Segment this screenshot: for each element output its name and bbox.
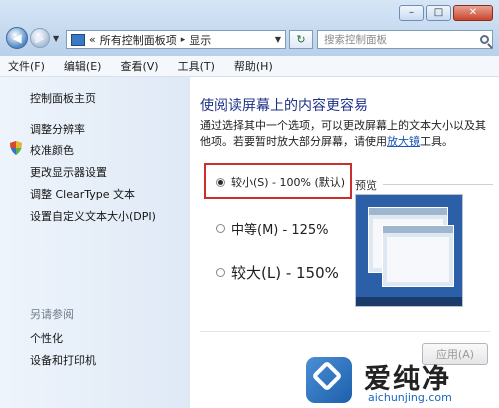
minimize-icon: – — [409, 7, 414, 18]
address-bar[interactable]: « 所有控制面板项 ▸ 显示 ▼ — [66, 30, 286, 49]
link-personalization[interactable]: 个性化 — [30, 330, 63, 346]
forward-button[interactable]: ▶ — [30, 28, 50, 48]
preview-divider — [383, 184, 493, 185]
navigation-buttons: ◀ ▶ ▼ — [6, 27, 59, 49]
address-dropdown-icon[interactable]: ▼ — [275, 35, 281, 44]
radio-larger[interactable] — [216, 268, 225, 277]
menu-file[interactable]: 文件(F) — [8, 58, 45, 74]
link-calibrate-color[interactable]: 校准颜色 — [30, 142, 74, 158]
link-devices-and-printers[interactable]: 设备和打印机 — [30, 352, 96, 368]
link-change-display-settings[interactable]: 更改显示器设置 — [30, 164, 107, 180]
menu-help[interactable]: 帮助(H) — [234, 58, 273, 74]
address-root-chevron[interactable]: « — [89, 33, 96, 46]
page-description: 通过选择其中一个选项，可以更改屏幕上的文本大小以及其他项。若要暂时放大部分屏幕，… — [200, 118, 492, 150]
watermark-url: aichunjing.com — [368, 391, 452, 404]
maximize-icon: □ — [433, 7, 444, 18]
menu-edit[interactable]: 编辑(E) — [64, 58, 102, 74]
breadcrumb-separator-icon[interactable]: ▸ — [181, 35, 186, 45]
preview-taskbar — [356, 297, 462, 306]
title-bar: – □ ✕ ◀ ▶ ▼ « 所有控制面板项 ▸ 显示 ▼ ↻ — [0, 0, 499, 56]
breadcrumb-all-control-panel-items[interactable]: 所有控制面板项 — [100, 32, 177, 48]
refresh-button[interactable]: ↻ — [289, 30, 313, 49]
shield-icon — [10, 141, 22, 155]
menu-tools[interactable]: 工具(T) — [178, 58, 215, 74]
magnifier-link[interactable]: 放大镜 — [387, 135, 420, 148]
radio-medium[interactable] — [216, 224, 225, 233]
menu-view[interactable]: 查看(V) — [120, 58, 158, 74]
breadcrumb-display[interactable]: 显示 — [189, 32, 211, 48]
preview-label: 预览 — [355, 179, 377, 192]
page-heading: 使阅读屏幕上的内容更容易 — [200, 98, 368, 114]
close-icon: ✕ — [468, 7, 478, 18]
description-suffix: 工具。 — [420, 135, 453, 148]
back-button[interactable]: ◀ — [6, 27, 28, 49]
search-icon[interactable] — [480, 35, 489, 44]
option-smaller[interactable]: 较小(S) - 100% (默认) — [216, 174, 345, 190]
close-button[interactable]: ✕ — [453, 5, 493, 21]
menu-bar: 文件(F) 编辑(E) 查看(V) 工具(T) 帮助(H) — [0, 56, 499, 77]
option-medium[interactable]: 中等(M) - 125% — [216, 219, 328, 238]
preview-image — [355, 194, 463, 307]
option-larger-label: 较大(L) - 150% — [231, 264, 339, 282]
minimize-button[interactable]: – — [399, 5, 424, 21]
preview-window-front — [382, 225, 454, 287]
control-panel-icon — [71, 33, 85, 46]
window-controls: – □ ✕ — [397, 5, 493, 21]
link-custom-text-size-dpi[interactable]: 设置自定义文本大小(DPI) — [30, 208, 156, 224]
link-adjust-resolution[interactable]: 调整分辨率 — [30, 121, 85, 137]
option-smaller-label: 较小(S) - 100% (默认) — [231, 176, 346, 189]
refresh-icon: ↻ — [296, 33, 306, 46]
radio-smaller[interactable] — [216, 177, 225, 187]
see-also-heading: 另请参阅 — [30, 308, 74, 321]
content-divider — [200, 331, 490, 332]
watermark-logo-icon — [306, 357, 352, 403]
watermark: 爱纯净 aichunjing.com — [306, 355, 499, 408]
link-control-panel-home[interactable]: 控制面板主页 — [30, 90, 96, 106]
recent-pages-dropdown-icon[interactable]: ▼ — [53, 34, 59, 43]
search-input[interactable] — [318, 32, 476, 47]
task-pane: 控制面板主页 调整分辨率 校准颜色 更改显示器设置 调整 ClearType 文… — [0, 77, 190, 408]
search-box[interactable] — [317, 30, 493, 49]
option-larger[interactable]: 较大(L) - 150% — [216, 262, 339, 283]
forward-arrow-icon: ▶ — [35, 31, 45, 45]
back-arrow-icon: ◀ — [12, 31, 22, 45]
option-medium-label: 中等(M) - 125% — [231, 223, 329, 238]
maximize-button[interactable]: □ — [426, 5, 451, 21]
link-adjust-cleartype[interactable]: 调整 ClearType 文本 — [30, 186, 135, 202]
